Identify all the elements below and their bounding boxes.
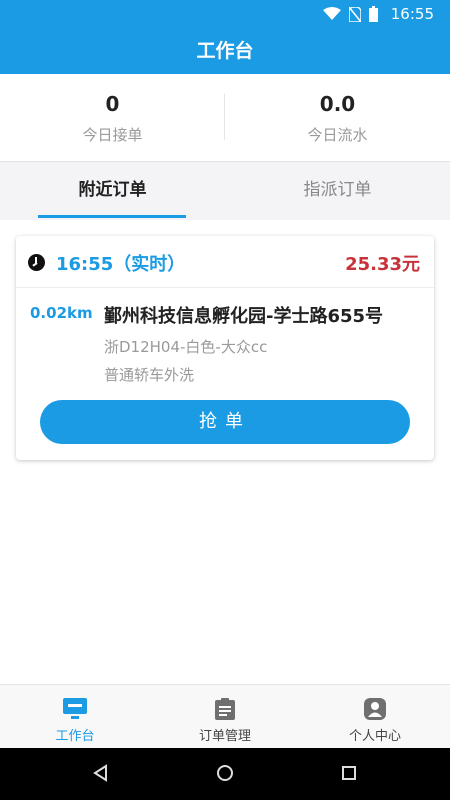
order-list: 16:55（实时） 25.33元 0.02km 鄞州科技信息孵化园-学士路655… <box>0 220 450 684</box>
order-card-header: 16:55（实时） 25.33元 <box>16 236 434 288</box>
order-service-type: 普通轿车外洗 <box>104 366 195 384</box>
recents-icon[interactable] <box>341 764 357 782</box>
order-time: 16:55（实时） <box>56 254 186 275</box>
order-card[interactable]: 16:55（实时） 25.33元 0.02km 鄞州科技信息孵化园-学士路655… <box>16 236 434 460</box>
monitor-icon <box>63 698 87 719</box>
order-address: 鄞州科技信息孵化园-学士路655号 <box>104 306 384 327</box>
grab-order-button[interactable]: 抢单 <box>40 400 410 444</box>
clock-icon <box>28 254 45 271</box>
page-title: 工作台 <box>0 28 450 74</box>
order-tabs: 附近订单 指派订单 <box>0 162 450 220</box>
nav-item-label: 个人中心 <box>348 729 401 744</box>
nav-item-workbench[interactable]: 工作台 <box>0 685 150 748</box>
tab-nearby-orders[interactable]: 附近订单 <box>0 162 225 220</box>
home-icon[interactable] <box>216 764 234 782</box>
system-nav-bar <box>0 748 450 800</box>
stat-today-orders: 0 今日接单 <box>0 74 225 161</box>
no-sim-icon <box>349 6 361 22</box>
order-distance: 0.02km <box>30 304 93 322</box>
order-car-info: 浙D12H04-白色-大众cc <box>104 338 268 356</box>
battery-icon <box>369 6 378 22</box>
status-time: 16:55 <box>390 5 434 23</box>
stat-label: 今日流水 <box>307 126 368 144</box>
bottom-nav: 工作台 订单管理 个人中心 <box>0 684 450 748</box>
stats-panel: 0 今日接单 0.0 今日流水 <box>0 74 450 162</box>
back-icon[interactable] <box>92 764 110 782</box>
clipboard-icon <box>215 698 235 720</box>
stat-label: 今日接单 <box>82 126 143 144</box>
nav-item-orders[interactable]: 订单管理 <box>150 685 300 748</box>
tab-assigned-orders[interactable]: 指派订单 <box>225 162 450 220</box>
status-bar: 16:55 <box>0 0 450 28</box>
wifi-icon <box>323 7 341 20</box>
order-price: 25.33元 <box>345 254 420 275</box>
stat-today-revenue: 0.0 今日流水 <box>225 74 450 161</box>
stat-value: 0.0 <box>319 92 356 116</box>
nav-item-label: 订单管理 <box>198 729 251 744</box>
stat-value: 0 <box>105 92 120 116</box>
status-icons <box>323 6 378 22</box>
user-icon <box>364 698 386 720</box>
nav-item-label: 工作台 <box>55 729 95 744</box>
nav-item-profile[interactable]: 个人中心 <box>300 685 450 748</box>
